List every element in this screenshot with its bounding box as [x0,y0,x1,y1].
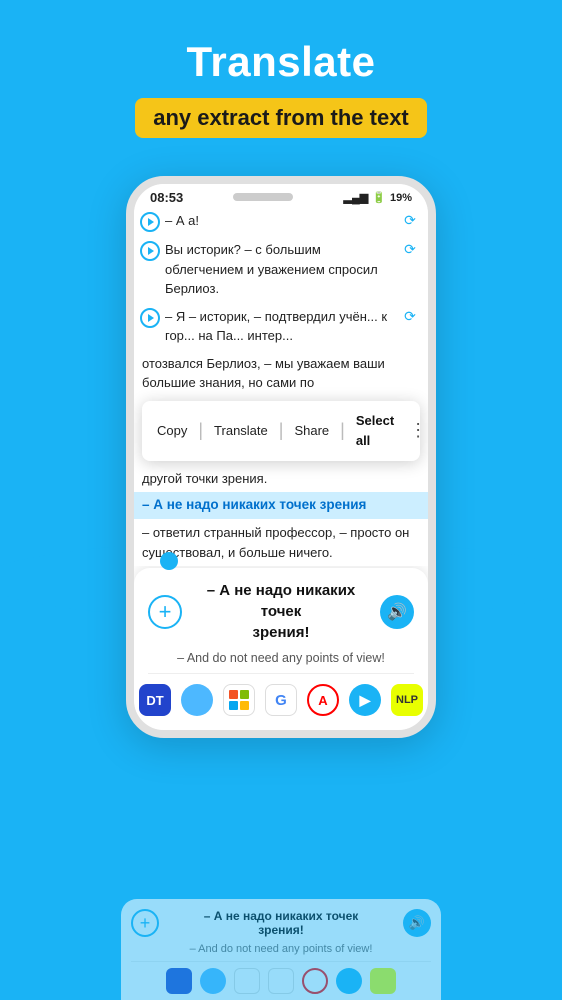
play-btn-1[interactable] [140,212,160,232]
reader-row-2: Вы историк? – с большим облегчением и ув… [134,236,428,303]
app-icon-google[interactable]: G [265,684,297,716]
copy-button[interactable]: Copy [152,419,192,443]
phone-notch [233,193,293,201]
app-icon-a[interactable]: A [307,684,339,716]
bg-panel-text-row: + – А не надо никаких точекзрения! 🔊 [131,909,431,937]
translated-text-display: – And do not need any points of view! [148,651,414,674]
overlay-text-3: – ответил странный профессор, – просто о… [134,519,428,566]
highlighted-text: – А не надо никаких точек зрения [142,497,366,512]
translate-btn-2[interactable]: ⟳ [400,240,420,260]
status-bar: 08:53 ▂▄▆ 🔋 19% [134,184,428,207]
page-title: Translate [0,38,562,86]
overlay-text-2: другой точки зрения. [134,465,428,493]
status-time: 08:53 [150,190,183,205]
bg-add-circle: + [131,909,159,937]
battery-level: 19% [390,192,412,204]
trans-panel-top: + – А не надо никаких точекзрения! 🔊 [148,580,414,643]
app-icon-dt[interactable]: DT [139,684,171,716]
select-all-button[interactable]: Select all [351,409,399,453]
reader-row-3: – Я – историк, – подтвердил учён... к го… [134,303,428,350]
reader-text-3: – Я – историк, – подтвердил учён... к го… [165,307,400,346]
app-icons-row: DT G A ▶ [148,684,414,720]
translate-btn-3[interactable]: ⟳ [400,307,420,327]
reader-row-1: – А а! ⟳ [134,207,428,236]
signal-icon: ▂▄▆ [344,191,369,204]
reader-area: – А а! ⟳ Вы историк? – с большим облегче… [134,207,428,566]
highlighted-row: – А не надо никаких точек зрения [134,492,428,519]
app-icon-arrow[interactable]: ▶ [349,684,381,716]
phone-container: 08:53 ▂▄▆ 🔋 19% – А а! ⟳ [126,176,436,738]
bg-phone-panel: + – А не надо никаких точекзрения! 🔊 – A… [121,899,441,1000]
top-section: Translate any extract from the text [0,0,562,158]
bg-app-icons [131,968,431,1000]
bg-trans-orig: – And do not need any points of view! [131,943,431,962]
reader-text-1: – А а! [165,211,400,231]
translate-btn-1[interactable]: ⟳ [400,211,420,231]
translate-button[interactable]: Translate [209,419,273,443]
google-g-icon: G [275,692,287,709]
play-btn-2[interactable] [140,241,160,261]
add-button[interactable]: + [148,595,182,629]
more-icon[interactable]: ⋮ [409,417,427,445]
play-btn-3[interactable] [140,308,160,328]
bg-speaker-icon: 🔊 [403,909,431,937]
selection-handle [160,552,178,570]
app-icon-bubble[interactable] [181,684,213,716]
app-icon-nlp[interactable]: NLP [391,684,423,716]
phone-body: 08:53 ▂▄▆ 🔋 19% – А а! ⟳ [126,176,436,738]
status-right: ▂▄▆ 🔋 19% [344,191,412,204]
overlay-text-1: отозвался Берлиоз, – мы уважаем ваши бол… [134,350,428,397]
bg-panel-inner: + – А не надо никаких точекзрения! 🔊 – A… [121,899,441,1000]
app-icon-microsoft[interactable] [223,684,255,716]
bg-panel-text: – А не надо никаких точекзрения! [167,909,395,937]
translation-panel: + – А не надо никаких точекзрения! 🔊 – A… [134,568,428,730]
overlay-area: отозвался Берлиоз, – мы уважаем ваши бол… [134,350,428,567]
subtitle-badge: any extract from the text [135,98,427,138]
battery-icon: 🔋 [372,191,386,204]
source-text-display: – А не надо никаких точекзрения! [192,580,370,643]
reader-text-2: Вы историк? – с большим облегчением и ув… [165,240,400,299]
share-button[interactable]: Share [289,419,334,443]
context-menu: Copy | Translate | Share | Select all ⋮ [142,401,420,461]
speaker-button[interactable]: 🔊 [380,595,414,629]
